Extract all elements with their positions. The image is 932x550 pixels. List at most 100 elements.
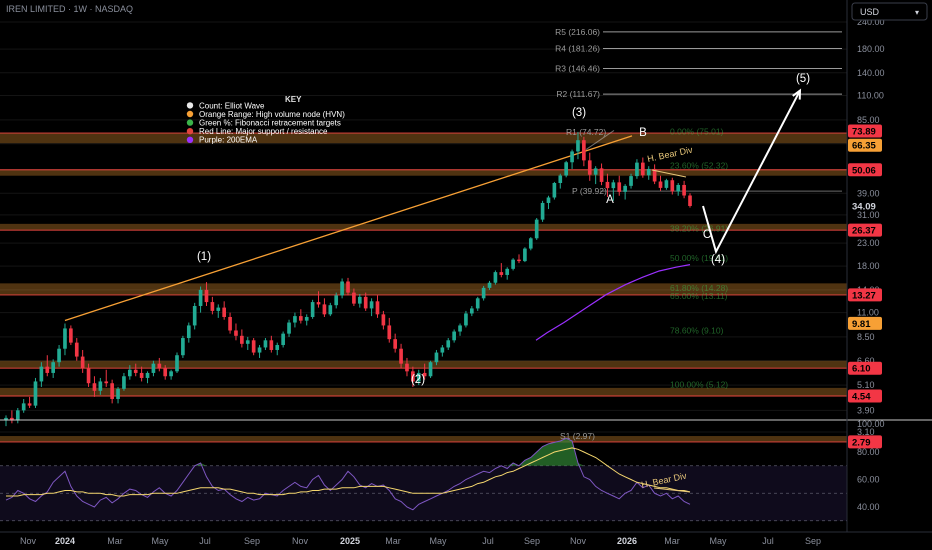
candle-body (39, 366, 44, 382)
key-bullet-icon (186, 136, 194, 143)
candle-body (682, 184, 686, 196)
price-tag: 50.06 (848, 163, 882, 177)
candle-body (139, 372, 144, 378)
fib-label: 65.00% (13.11) (670, 291, 728, 301)
time-tick-label: Jul (482, 536, 494, 546)
price-tag-value: 34.09 (852, 201, 876, 212)
candle-body (475, 298, 480, 309)
wave-label: (2) (411, 374, 425, 386)
price-tick-label: 180.00 (857, 44, 885, 54)
candle-body (523, 248, 527, 262)
hvn-zone (0, 360, 847, 369)
candle-body (352, 292, 356, 304)
candle-body (452, 331, 456, 341)
candle-body (21, 403, 26, 411)
candle-body (15, 410, 20, 421)
key-bullet-icon (186, 110, 194, 118)
fib-label: 78.60% (9.10) (670, 325, 724, 335)
price-tag: 66.35 (848, 138, 882, 152)
candle-body (599, 168, 604, 182)
candle-body (251, 340, 256, 353)
price-tag-value: 66.35 (852, 141, 876, 152)
candle-body (387, 325, 392, 340)
candle-body (446, 340, 451, 348)
price-tag: 73.89 (848, 124, 882, 138)
candle-body (440, 347, 445, 353)
wave-label: A (606, 194, 614, 206)
candle-body (593, 168, 598, 175)
candle-body (369, 301, 374, 309)
candle-body (116, 388, 120, 399)
wave-label: (4) (711, 254, 725, 266)
candle-body (110, 383, 114, 399)
candle-body (80, 356, 85, 369)
candle-body (163, 368, 168, 377)
candle-body (587, 160, 592, 175)
candle-body (222, 307, 227, 317)
price-tick-label: 11.00 (857, 308, 879, 318)
candle-body (534, 219, 539, 239)
candle-body (192, 305, 197, 326)
chevron-down-icon: ▾ (915, 8, 919, 17)
chart[interactable]: R5 (216.06) R4 (181.26) R3 (146.46) R2 (111… (0, 0, 932, 550)
price-tag: 13.27 (848, 288, 882, 302)
candle-body (346, 281, 350, 293)
pivot-label: R2 (111.67) (556, 89, 600, 99)
candle-body (493, 272, 498, 283)
time-tick-label: Nov (570, 536, 587, 546)
candle-body (216, 307, 221, 311)
price-tag: 26.37 (848, 223, 882, 237)
candle-body (86, 368, 91, 384)
candle-body (151, 363, 156, 373)
candle-body (381, 314, 386, 326)
candle-body (393, 339, 398, 349)
candle-body (298, 316, 303, 321)
hvn-zone (0, 169, 847, 176)
fib-label: 0.00% (75.01) (670, 127, 724, 137)
price-tag: 4.54 (848, 389, 882, 403)
time-tick-label: May (151, 536, 169, 546)
candle-body (688, 195, 692, 206)
currency-button[interactable]: USD ▾ (851, 2, 928, 21)
candle-body (322, 304, 327, 315)
price-tick-label: 5.10 (857, 380, 875, 390)
candle-body (357, 296, 362, 304)
candle-body (69, 328, 73, 343)
candle-body (511, 259, 515, 269)
candle-body (405, 363, 409, 372)
price-tag-value: 4.54 (852, 392, 871, 403)
candle-body (469, 308, 474, 314)
candle-body (186, 325, 191, 339)
time-tick-label: Jul (199, 536, 211, 546)
fib-label: 23.60% (52.32) (670, 161, 728, 171)
candle-body (275, 345, 280, 350)
time-tick-label: Sep (805, 536, 821, 546)
candle-body (617, 182, 622, 192)
candle-body (204, 289, 209, 303)
time-tick-label: Mar (664, 536, 680, 546)
time-tick-label: 2026 (617, 536, 637, 546)
candle-body (181, 338, 185, 356)
price-tick-label: 3.90 (857, 405, 875, 415)
rsi-tick-label: 40.00 (857, 502, 880, 512)
candle-body (33, 381, 38, 406)
candle-body (328, 305, 333, 315)
time-tick-label: May (429, 536, 447, 546)
price-tag-value: 73.89 (852, 127, 876, 138)
candle-body (640, 162, 645, 176)
candle-body (175, 355, 179, 372)
price-tag: 6.10 (848, 361, 882, 375)
candle-body (269, 340, 274, 350)
hvn-zone (0, 436, 847, 442)
time-tick-label: 2025 (340, 536, 360, 546)
candle-body (517, 259, 521, 262)
pivot-label: R3 (146.46) (555, 64, 600, 74)
wave-label: B (639, 127, 647, 139)
candle-body (133, 369, 138, 373)
candle-body (487, 282, 492, 288)
candle-body (605, 181, 610, 189)
candle-body (558, 175, 563, 184)
candle-body (434, 352, 439, 363)
rsi-tick-label: 100.00 (857, 419, 885, 429)
price-tag: 9.81 (848, 316, 882, 330)
